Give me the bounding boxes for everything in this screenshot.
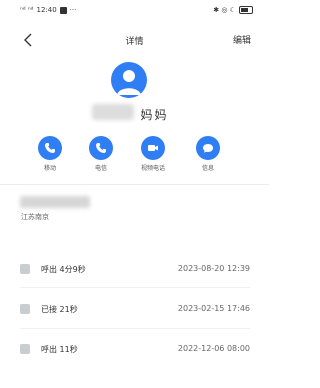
video-icon — [148, 145, 158, 151]
status-time: 12:40 — [36, 6, 57, 14]
action-circle — [38, 136, 62, 160]
call-log-row[interactable]: 呼出 4分9秒 2023-08-20 12:39 — [20, 262, 250, 278]
call-record-icon — [20, 264, 30, 274]
status-extra: ··· — [69, 6, 77, 14]
call-timestamp: 2023-02-15 17:46 — [177, 304, 250, 313]
call-log-row[interactable]: 呼出 11秒 2022-12-06 08:00 — [20, 342, 250, 358]
call-log-row[interactable]: 已接 21秒 2023-02-15 17:46 — [20, 302, 250, 318]
call-type-duration: 呼出 11秒 — [41, 345, 78, 354]
divider — [0, 184, 269, 185]
message-icon — [203, 144, 213, 153]
status-bar-left: ⁿᵈ ⁿᵈ 12:40 ··· — [20, 6, 76, 14]
call-mobile-button[interactable]: 移动 — [30, 136, 70, 176]
status-bar-right: ✱ ◎ ☾ — [213, 6, 253, 14]
call-telecom-button[interactable]: 电信 — [81, 136, 121, 176]
contact-name-visible: 妈妈 — [140, 108, 169, 122]
notification-icon — [59, 6, 67, 14]
video-call-button[interactable]: 视频电话 — [133, 136, 173, 176]
phone-icon — [45, 143, 55, 153]
person-icon — [117, 70, 141, 95]
call-type-duration: 已接 21秒 — [41, 305, 78, 314]
avatar — [111, 62, 147, 98]
page-title: 详情 — [125, 37, 144, 47]
action-circle — [141, 136, 165, 160]
row-divider — [20, 287, 250, 288]
action-bar: 移动 电信 视频电话 信息 — [0, 136, 269, 176]
battery-icon — [239, 6, 253, 14]
phone-icon — [96, 143, 106, 153]
action-label: 信息 — [201, 165, 214, 172]
redacted-phone-number[interactable] — [20, 196, 90, 208]
action-label: 移动 — [43, 165, 56, 172]
action-circle — [196, 136, 220, 160]
action-label: 电信 — [94, 165, 107, 172]
call-record-icon — [20, 344, 30, 354]
call-timestamp: 2022-12-06 08:00 — [177, 344, 250, 353]
call-type-duration: 呼出 4分9秒 — [41, 265, 86, 274]
edit-button[interactable]: 编辑 — [233, 33, 251, 46]
call-record-icon — [20, 304, 30, 314]
status-icons: ✱ ◎ ☾ — [213, 6, 236, 14]
back-button[interactable] — [16, 28, 40, 52]
phone-location: 江苏南京 — [21, 213, 49, 221]
action-label: 视频电话 — [140, 165, 165, 172]
chevron-left-icon — [24, 33, 32, 47]
contact-name: 妈妈 — [0, 106, 269, 123]
signal-icon: ⁿᵈ ⁿᵈ — [20, 6, 34, 14]
message-button[interactable]: 信息 — [188, 136, 228, 176]
status-bar: ⁿᵈ ⁿᵈ 12:40 ··· ✱ ◎ ☾ — [0, 0, 269, 22]
header: 详情 编辑 — [0, 26, 269, 54]
row-divider — [20, 328, 250, 329]
call-timestamp: 2023-08-20 12:39 — [177, 264, 250, 273]
action-circle — [89, 136, 113, 160]
